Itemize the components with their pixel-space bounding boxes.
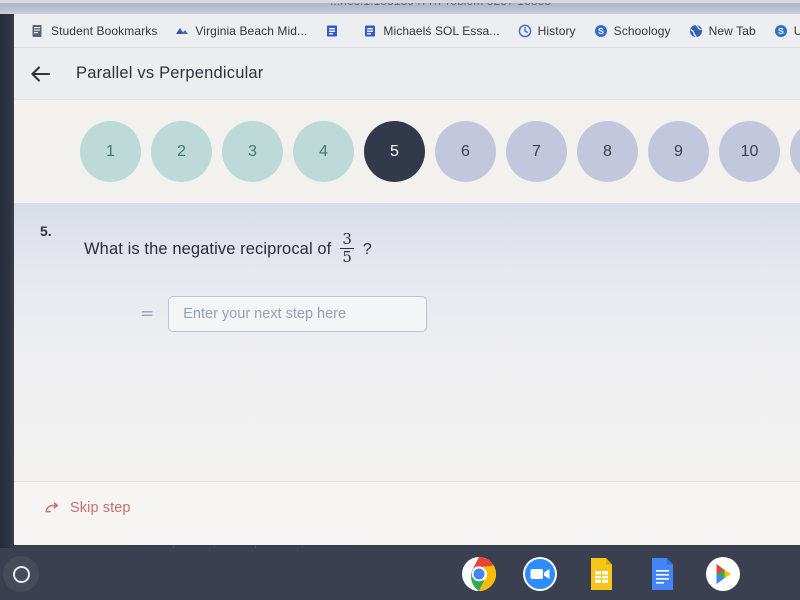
step-label: 7 <box>532 142 541 160</box>
question-prompt: What is the negative reciprocal of <box>84 240 332 258</box>
svg-text:S: S <box>778 26 784 36</box>
omnibox-text: ...nes:1.188189477/Problem 8237 16888 <box>330 0 552 8</box>
skip-step-button[interactable]: Skip step <box>44 499 131 516</box>
skip-step-label: Skip step <box>70 499 131 516</box>
step-label: 4 <box>319 142 328 160</box>
bookmark-label: History <box>537 23 576 38</box>
step-label: 6 <box>461 142 470 160</box>
step-button-8[interactable]: 8 <box>577 121 638 182</box>
schoology-icon: S <box>774 24 787 37</box>
mountain-icon <box>176 27 189 34</box>
step-button-2[interactable]: 2 <box>151 121 212 182</box>
bookmark-student-bookmarks[interactable]: Student Bookmarks <box>22 24 166 38</box>
schoology-icon: S <box>594 24 607 37</box>
bookmark-michaels-sol-essay[interactable]: Michaelś SOL Essa... <box>354 24 508 38</box>
step-label: 1 <box>106 142 115 160</box>
bookmark-label: Schoology <box>613 23 671 38</box>
zoom-icon[interactable] <box>521 555 559 593</box>
app-header: Parallel vs Perpendicular <box>0 48 800 100</box>
question-number: 5. <box>40 223 52 239</box>
step-label: 2 <box>177 142 186 160</box>
page-icon <box>32 24 42 37</box>
question-statement: What is the negative reciprocal of 3 5 ? <box>84 232 372 266</box>
step-label: 3 <box>248 142 257 160</box>
fraction-numerator: 3 <box>342 230 352 248</box>
launcher-circle-icon <box>12 565 30 583</box>
svg-text:S: S <box>598 26 604 36</box>
launcher-button[interactable] <box>3 556 39 592</box>
chromeos-shelf[interactable] <box>0 548 800 600</box>
chromebook-screen-photo: ...nes:1.188189477/Problem 8237 16888 St… <box>0 0 800 600</box>
footer-bar: Skip step <box>0 481 800 545</box>
step-label: 8 <box>603 142 612 160</box>
step-button-9[interactable]: 9 <box>648 121 709 182</box>
equals-sign: = <box>140 304 155 324</box>
bookmark-label: Virginia Beach Mid... <box>195 23 308 38</box>
page-title: Parallel vs Perpendicular <box>76 64 264 82</box>
step-button-3[interactable]: 3 <box>222 121 283 182</box>
doc-icon <box>327 25 338 36</box>
bookmarks-bar[interactable]: Student Bookmarks Virginia Beach Mid... <box>0 14 800 48</box>
globe-icon <box>689 23 702 37</box>
step-button-6[interactable]: 6 <box>435 121 496 182</box>
question-mark: ? <box>362 240 372 258</box>
step-button-1[interactable]: 1 <box>80 121 141 182</box>
bookmark-new-tab[interactable]: New Tab <box>680 24 765 38</box>
question-fraction: 3 5 <box>340 232 354 265</box>
omnibox-strip[interactable]: ...nes:1.188189477/Problem 8237 16888 <box>0 0 800 14</box>
step-pager[interactable]: 1 2 3 4 5 6 7 8 9 10 11 <box>0 100 800 203</box>
step-label: 9 <box>674 142 683 160</box>
step-button-10[interactable]: 10 <box>719 121 780 182</box>
bookmark-label: Student Bookmarks <box>51 23 158 38</box>
step-button-7[interactable]: 7 <box>506 121 567 182</box>
google-sheets-icon[interactable] <box>582 555 620 593</box>
bookmark-label: Michaelś SOL Essa... <box>383 23 500 38</box>
fraction-denominator: 5 <box>340 248 354 266</box>
chrome-icon[interactable] <box>460 555 498 593</box>
back-arrow-icon[interactable] <box>28 61 54 87</box>
step-button-11[interactable]: 11 <box>790 121 800 182</box>
clock-icon <box>518 24 531 37</box>
bookmark-doc-1[interactable] <box>316 24 354 38</box>
bookmark-virginia-beach[interactable]: Virginia Beach Mid... <box>166 24 316 38</box>
google-docs-icon[interactable] <box>643 555 681 593</box>
step-button-5[interactable]: 5 <box>364 121 425 182</box>
bookmark-unit[interactable]: S Unit <box>765 24 800 38</box>
bookmark-schoology[interactable]: S Schoology <box>585 24 680 38</box>
bookmark-label: New Tab <box>708 23 756 38</box>
step-label: 10 <box>740 142 759 160</box>
step-label: 5 <box>390 142 399 160</box>
bookmark-label: Unit <box>794 24 800 38</box>
doc-icon <box>365 25 376 36</box>
bookmark-history[interactable]: History <box>509 24 585 38</box>
answer-entry-row: = <box>140 296 428 332</box>
problem-area: 5. What is the negative reciprocal of 3 … <box>0 203 800 592</box>
step-input[interactable] <box>168 296 428 332</box>
play-store-icon[interactable] <box>704 555 742 593</box>
step-button-4[interactable]: 4 <box>293 121 354 182</box>
redo-arrow-icon <box>45 502 59 513</box>
shelf-app-list[interactable] <box>460 555 742 593</box>
